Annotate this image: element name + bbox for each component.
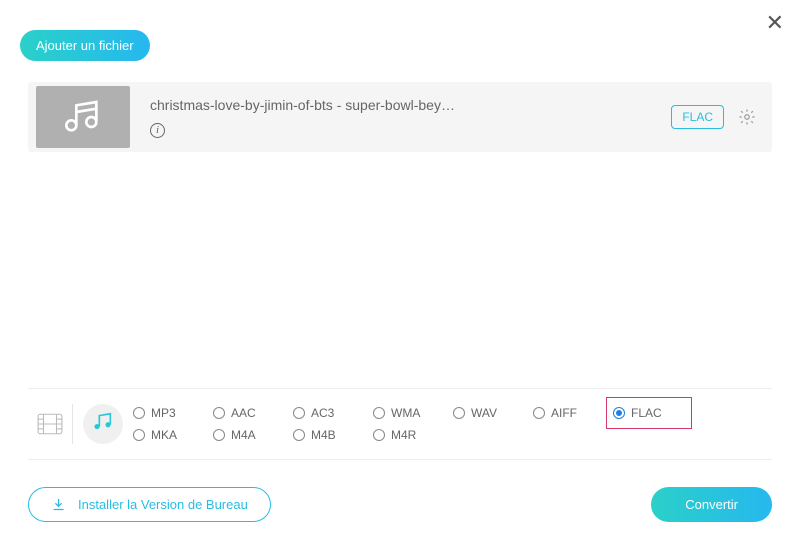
format-bar: MP3 AAC AC3 WMA WAV AIFF FLAC MKA M4A M4B M4R (28, 388, 772, 460)
radio-icon (533, 407, 545, 419)
install-label: Installer la Version de Bureau (78, 497, 248, 512)
format-option-flac[interactable]: FLAC (606, 397, 692, 429)
bottom-bar: Installer la Version de Bureau Convertir (28, 487, 772, 522)
format-label: WAV (471, 406, 497, 420)
audio-category-button[interactable] (73, 404, 133, 444)
radio-icon (373, 429, 385, 441)
format-option-m4b[interactable]: M4B (293, 428, 373, 442)
format-label: M4B (311, 428, 336, 442)
file-info: christmas-love-by-jimin-of-bts - super-b… (150, 97, 671, 138)
radio-icon (453, 407, 465, 419)
format-label: M4A (231, 428, 256, 442)
gear-icon[interactable] (738, 108, 756, 126)
radio-icon (213, 407, 225, 419)
format-label: FLAC (631, 406, 662, 420)
format-option-aac[interactable]: AAC (213, 406, 293, 420)
format-badge[interactable]: FLAC (671, 105, 724, 129)
info-icon[interactable]: i (150, 123, 165, 138)
format-option-ac3[interactable]: AC3 (293, 406, 373, 420)
format-label: AAC (231, 406, 256, 420)
close-icon[interactable]: ✕ (766, 10, 784, 36)
radio-icon (133, 429, 145, 441)
radio-icon (293, 429, 305, 441)
file-item: christmas-love-by-jimin-of-bts - super-b… (28, 82, 772, 152)
format-option-aiff[interactable]: AIFF (533, 406, 613, 420)
format-option-wav[interactable]: WAV (453, 406, 533, 420)
video-category-icon[interactable] (28, 389, 72, 459)
radio-icon (213, 429, 225, 441)
music-thumbnail-icon (36, 86, 130, 148)
format-label: AC3 (311, 406, 334, 420)
format-option-m4a[interactable]: M4A (213, 428, 293, 442)
format-label: M4R (391, 428, 416, 442)
radio-icon (613, 407, 625, 419)
radio-icon (293, 407, 305, 419)
convert-button[interactable]: Convertir (651, 487, 772, 522)
formats-grid: MP3 AAC AC3 WMA WAV AIFF FLAC MKA M4A M4B M4R (133, 400, 772, 448)
download-icon (51, 497, 66, 512)
radio-icon (373, 407, 385, 419)
radio-icon (133, 407, 145, 419)
install-desktop-button[interactable]: Installer la Version de Bureau (28, 487, 271, 522)
format-option-mp3[interactable]: MP3 (133, 406, 213, 420)
format-label: MP3 (151, 406, 176, 420)
format-label: MKA (151, 428, 177, 442)
format-label: AIFF (551, 406, 577, 420)
format-option-m4r[interactable]: M4R (373, 428, 453, 442)
add-file-button[interactable]: Ajouter un fichier (20, 30, 150, 61)
format-option-mka[interactable]: MKA (133, 428, 213, 442)
format-option-wma[interactable]: WMA (373, 406, 453, 420)
file-name: christmas-love-by-jimin-of-bts - super-b… (150, 97, 671, 113)
format-label: WMA (391, 406, 420, 420)
music-note-icon (92, 411, 114, 438)
